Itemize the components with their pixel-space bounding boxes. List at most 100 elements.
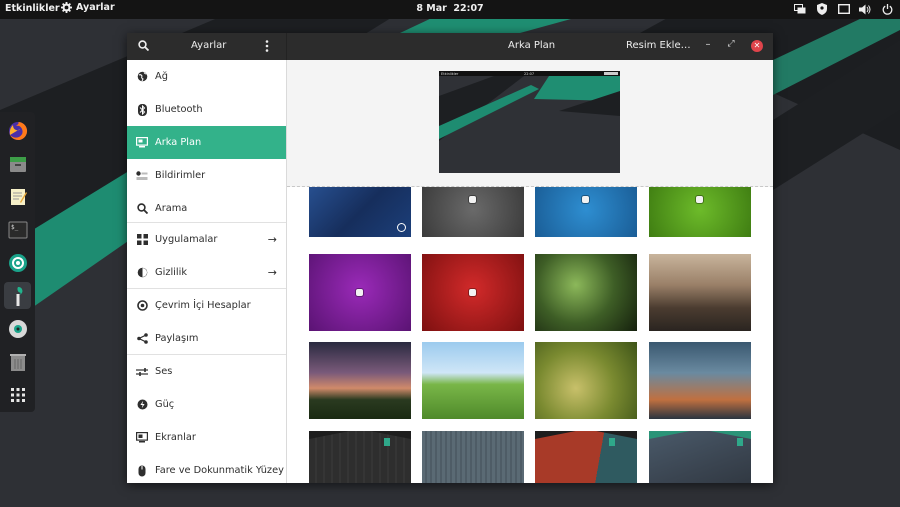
wallpaper-thumbnail-blue-geometric[interactable] <box>309 187 411 237</box>
wallpaper-thumbnail-mountains[interactable] <box>649 254 751 331</box>
wallpaper-thumbnail-green-logo[interactable] <box>649 187 751 237</box>
share-icon <box>136 333 148 345</box>
add-picture-button[interactable]: Resim Ekle… <box>618 38 699 55</box>
sidebar-item-search[interactable]: Arama <box>127 192 286 225</box>
sidebar-item-power[interactable]: Güç <box>127 388 286 421</box>
wallpaper-thumbnail-red-logo[interactable] <box>422 254 524 331</box>
distro-logo-icon <box>384 438 390 446</box>
close-button[interactable]: ✕ <box>751 40 763 52</box>
power-icon[interactable] <box>881 2 894 16</box>
preview-tray-icons <box>604 72 618 75</box>
text-editor-icon[interactable] <box>4 183 31 210</box>
trash-icon[interactable] <box>4 348 31 375</box>
dock: $_ <box>0 112 35 412</box>
sidebar-item-label: Arka Plan <box>155 137 202 148</box>
search-button[interactable] <box>138 40 150 54</box>
clock[interactable]: 8 Mar 22:07 <box>0 3 900 14</box>
wallpaper-ridge-shape <box>535 431 637 439</box>
wallpaper-thumbnail-dark-green-stripes[interactable] <box>309 431 411 483</box>
wallpaper-thumbnail-purple-logo[interactable] <box>309 254 411 331</box>
display-switch-icon[interactable] <box>793 2 806 16</box>
sidebar-item-displays[interactable]: Ekranlar <box>127 421 286 454</box>
firefox-icon[interactable] <box>4 117 31 144</box>
minimize-button[interactable]: – <box>701 39 715 53</box>
svg-text:$_: $_ <box>11 224 19 231</box>
notifications-icon <box>136 170 148 182</box>
sidebar-item-notifications[interactable]: Bildirimler <box>127 159 286 192</box>
sidebar-item-label: Bluetooth <box>155 104 203 115</box>
search-icon <box>136 203 148 215</box>
sidebar-item-label: Güç <box>155 399 175 410</box>
sidebar-item-background[interactable]: Arka Plan <box>127 126 286 159</box>
sidebar-item-sharing[interactable]: Paylaşım <box>127 322 286 355</box>
clock-time: 22:07 <box>453 3 484 14</box>
wallpaper-thumbnail-blue-logo[interactable] <box>535 187 637 237</box>
settings-title: Ayarlar <box>191 40 227 51</box>
sidebar-item-privacy[interactable]: Gizlilik → <box>127 256 286 289</box>
sidebar-item-bluetooth[interactable]: Bluetooth <box>127 93 286 126</box>
wallpaper-thumbnail-red-teal-shapes[interactable] <box>535 431 637 483</box>
sidebar-item-applications[interactable]: Uygulamalar → <box>127 223 286 256</box>
sidebar-item-label: Çevrim İçi Hesaplar <box>155 300 251 311</box>
sidebar-item-network[interactable]: Ağ <box>127 60 286 93</box>
settings-app-icon[interactable] <box>4 282 31 309</box>
background-icon <box>136 137 148 149</box>
sidebar-item-sound[interactable]: Ses <box>127 355 286 388</box>
sound-icon <box>136 366 148 378</box>
distro-logo-icon <box>609 438 615 446</box>
wallpaper-thumbnail-meadow-flower[interactable] <box>535 342 637 419</box>
settings-window: Ayarlar Arka Plan Resim Ekle… – ⤢ ✕ Ağ B… <box>127 33 773 483</box>
shield-icon[interactable] <box>815 2 828 16</box>
kebab-menu-icon <box>265 40 269 52</box>
files-icon[interactable] <box>4 150 31 177</box>
sidebar-item-label: Ağ <box>155 71 168 82</box>
wallpaper-thumbnail-green-hills[interactable] <box>422 342 524 419</box>
top-bar: Etkinlikler Ayarlar 8 Mar 22:07 <box>0 0 900 19</box>
volume-icon[interactable] <box>859 2 872 16</box>
sidebar-item-label: Ses <box>155 366 173 377</box>
search-icon <box>138 40 150 52</box>
wallpaper-thumbnail-dark-mountain-lines[interactable] <box>649 431 751 483</box>
page-title: Arka Plan <box>508 40 556 51</box>
distro-logo-icon <box>737 438 743 446</box>
distro-logo-icon <box>582 196 589 203</box>
preview-activities: Etkinlikler <box>441 71 459 76</box>
sidebar-item-label: Ekranlar <box>155 432 196 443</box>
wallpaper-thumbnail-lightning-storm[interactable] <box>649 342 751 419</box>
wallpaper-ridge-shape <box>309 431 411 439</box>
distro-logo-icon <box>469 196 476 203</box>
apps-icon <box>136 234 148 246</box>
arrow-right-icon: → <box>267 233 277 246</box>
privacy-icon <box>136 267 148 279</box>
wallpaper-thumbnail-sunset-tree[interactable] <box>309 342 411 419</box>
sidebar-item-label: Uygulamalar <box>155 234 218 245</box>
displays-icon <box>136 432 148 444</box>
sidebar-item-mouse-touchpad[interactable]: Fare ve Dokunmatik Yüzey <box>127 454 286 483</box>
disc-icon[interactable] <box>4 315 31 342</box>
preview-top-bar: Etkinlikler 22:07 <box>439 71 620 76</box>
distro-logo-icon <box>696 196 703 203</box>
network-icon <box>136 71 148 83</box>
sidebar-item-label: Fare ve Dokunmatik Yüzey <box>155 465 284 476</box>
sidebar-item-label: Bildirimler <box>155 170 206 181</box>
distro-logo-icon <box>356 289 363 296</box>
online-accounts-icon <box>136 300 148 312</box>
app-grid-icon[interactable] <box>4 381 31 408</box>
terminal-icon[interactable]: $_ <box>4 216 31 243</box>
maximize-button[interactable]: ⤢ <box>724 39 738 53</box>
clock-date: 8 Mar <box>416 3 447 14</box>
sidebar-item-online-accounts[interactable]: Çevrim İçi Hesaplar <box>127 289 286 322</box>
background-panel: Etkinlikler 22:07 <box>287 60 773 483</box>
wallpaper-thumbnail-fern-leaves[interactable] <box>535 254 637 331</box>
preview-wallpaper <box>439 71 620 173</box>
camera-app-icon[interactable] <box>4 249 31 276</box>
wallpaper-thumbnail-slate-lines[interactable] <box>422 431 524 483</box>
bluetooth-icon <box>136 103 148 116</box>
menu-button[interactable] <box>265 40 269 55</box>
system-tray[interactable] <box>793 2 894 16</box>
screen-icon[interactable] <box>837 2 850 16</box>
settings-sidebar: Ağ Bluetooth Arka Plan Bildirimler Arama… <box>127 60 287 483</box>
wallpaper-thumbnail-gray-logo[interactable] <box>422 187 524 237</box>
arrow-right-icon: → <box>267 266 277 279</box>
sidebar-item-label: Arama <box>155 203 188 214</box>
